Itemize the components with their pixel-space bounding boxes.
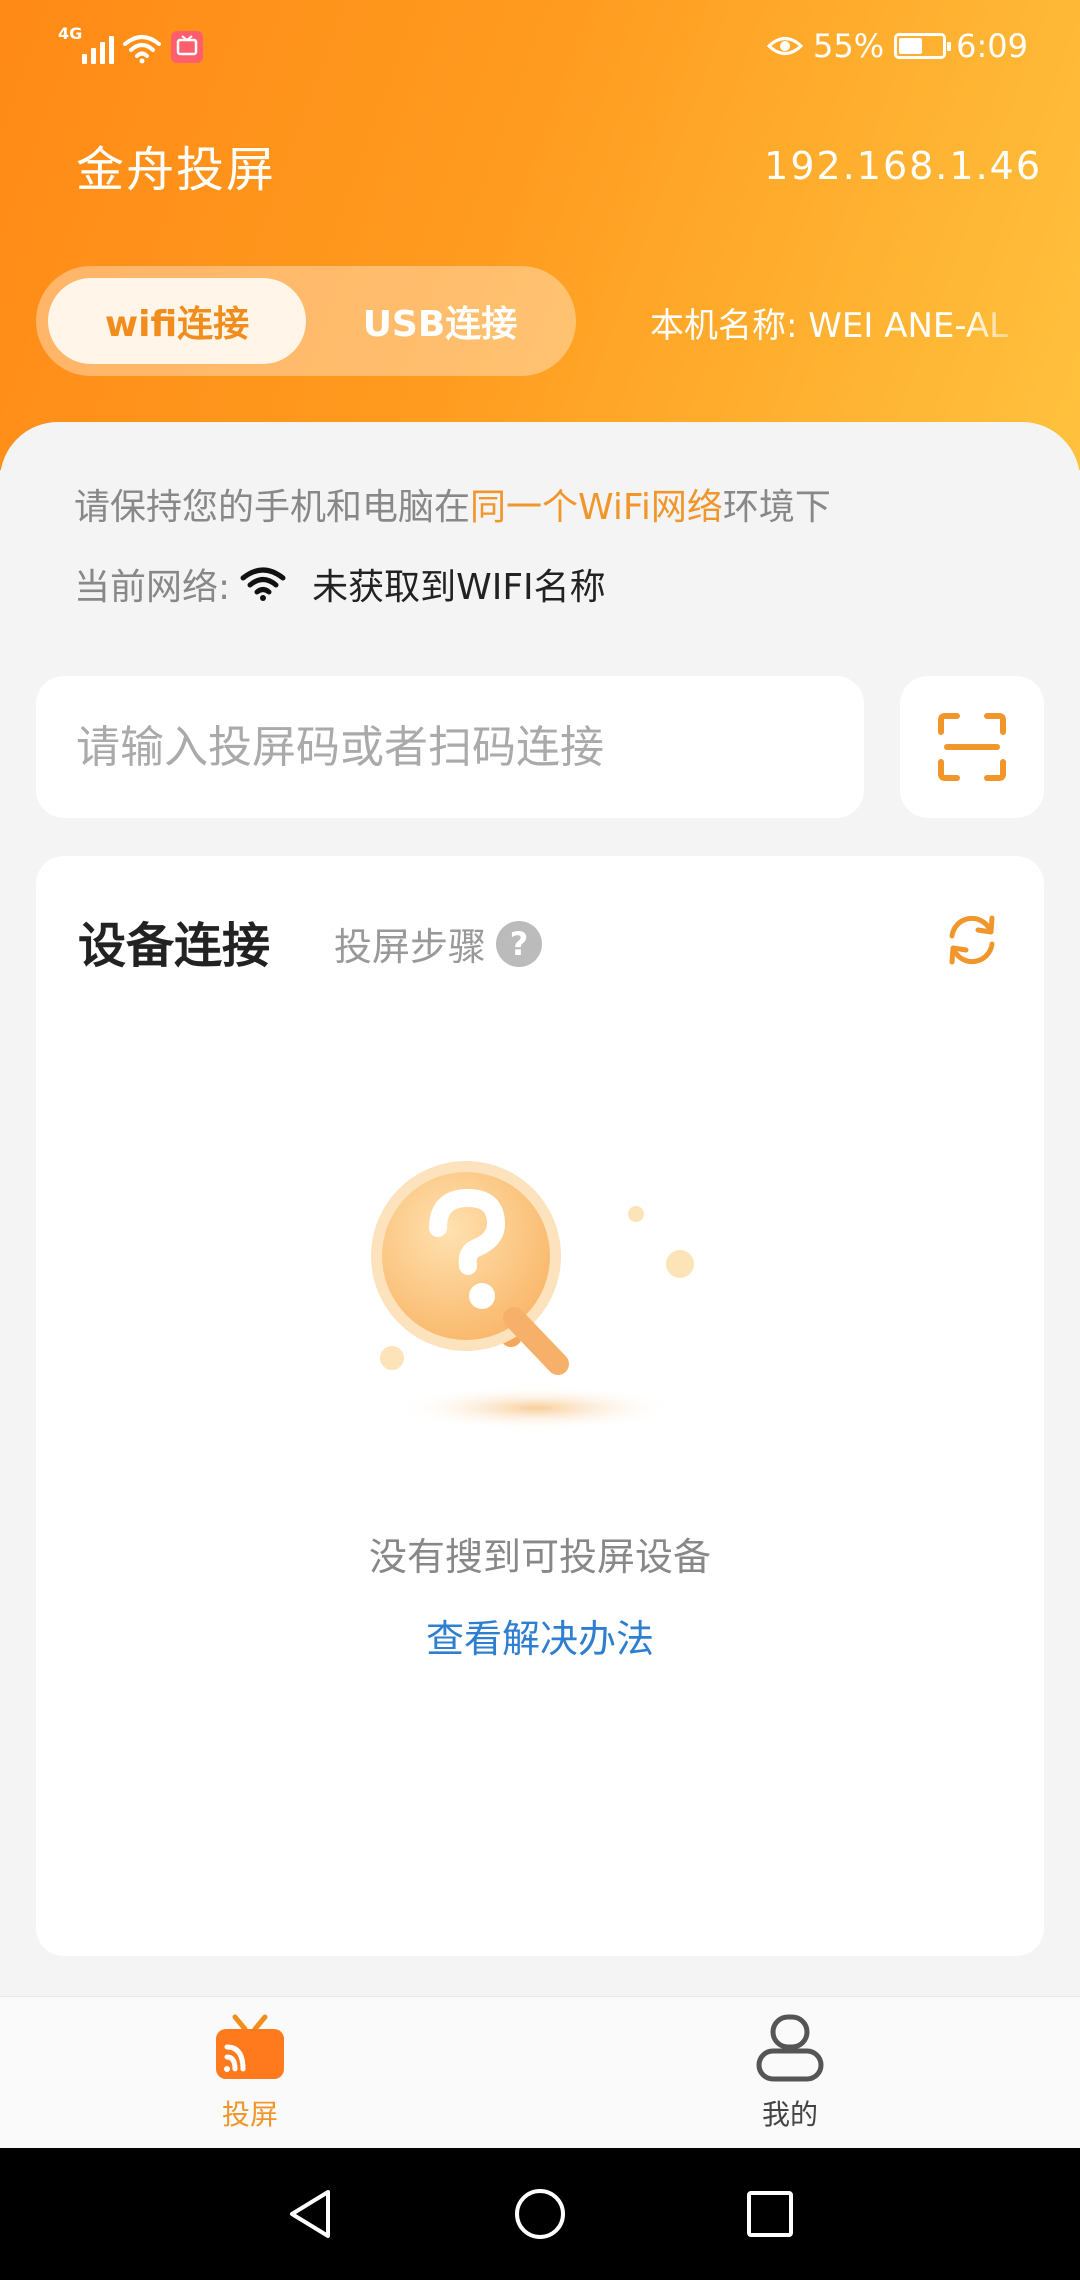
system-navigation-bar: [0, 2148, 1080, 2280]
home-icon[interactable]: [510, 2184, 570, 2244]
battery-icon: [894, 33, 952, 59]
nav-tab-mine[interactable]: 我的: [690, 2013, 890, 2143]
network-type: 4G: [58, 24, 83, 43]
hint-prefix: 请保持您的手机和电脑在: [74, 487, 471, 528]
connection-type-toggle: wifi连接 USB连接: [36, 266, 576, 376]
card-title: 设备连接: [78, 918, 271, 974]
cell-signal-icon: [82, 36, 114, 64]
hint-suffix: 环境下: [722, 487, 831, 528]
signal-indicators: 4G: [58, 24, 204, 64]
cast-steps-link[interactable]: 投屏步骤 ?: [334, 916, 543, 971]
hint-highlight: 同一个WiFi网络: [470, 487, 723, 528]
clock: 6:09: [956, 27, 1028, 65]
refresh-button[interactable]: [942, 910, 1002, 970]
wifi-icon: [240, 566, 286, 602]
current-network: 当前网络: 未获取到WIFI名称: [74, 558, 606, 610]
back-icon[interactable]: [280, 2184, 340, 2244]
refresh-icon: [949, 915, 995, 965]
status-bar: 4G 55% 6:09: [0, 0, 1080, 92]
cast-app-notification-icon: [171, 31, 203, 63]
nav-tab-cast[interactable]: 投屏: [150, 2013, 350, 2143]
device-connection-card: 设备连接 投屏步骤 ? 没有搜到可投屏设备 查看解决办法: [36, 856, 1044, 1956]
scan-icon: [938, 713, 1006, 781]
eye-comfort-icon: [767, 37, 804, 55]
tv-cast-icon: [216, 2014, 284, 2079]
battery-percent: 55%: [813, 27, 885, 65]
same-network-hint: 请保持您的手机和电脑在同一个WiFi网络环境下: [74, 478, 831, 530]
help-icon: ?: [496, 920, 543, 967]
current-network-label: 当前网络:: [74, 567, 231, 608]
current-network-name: 未获取到WIFI名称: [312, 567, 606, 608]
nav-cast-label: 投屏: [221, 2098, 278, 2131]
bottom-navigation: 投屏 我的: [0, 1996, 1080, 2148]
status-right: 55% 6:09: [767, 26, 1028, 66]
ip-address: 192.168.1.46: [764, 144, 1042, 188]
wifi-status-icon: [123, 35, 161, 64]
empty-state-message: 没有搜到可投屏设备: [368, 1535, 711, 1579]
cast-code-input[interactable]: [36, 676, 864, 818]
local-device-name: 本机名称: WEI ANE-AL: [650, 306, 1009, 346]
header-background: 4G 55% 6:09 金舟投屏 192.168.1.46 wifi连接 USB…: [0, 0, 1080, 470]
tab-wifi-connection[interactable]: wifi连接: [48, 278, 306, 364]
no-device-illustration: [371, 1161, 694, 1430]
user-icon: [756, 2014, 824, 2082]
recents-icon[interactable]: [740, 2184, 800, 2244]
view-solution-link[interactable]: 查看解决办法: [36, 1608, 1044, 1663]
nav-mine-label: 我的: [761, 2098, 818, 2131]
battery-level: [899, 38, 923, 54]
tab-usb-connection[interactable]: USB连接: [316, 278, 564, 364]
scan-qr-button[interactable]: [900, 676, 1044, 818]
cast-steps-label: 投屏步骤: [334, 925, 487, 969]
main-content: 请保持您的手机和电脑在同一个WiFi网络环境下 当前网络: 未获取到WIFI名称…: [0, 422, 1080, 1997]
app-title: 金舟投屏: [76, 142, 277, 198]
